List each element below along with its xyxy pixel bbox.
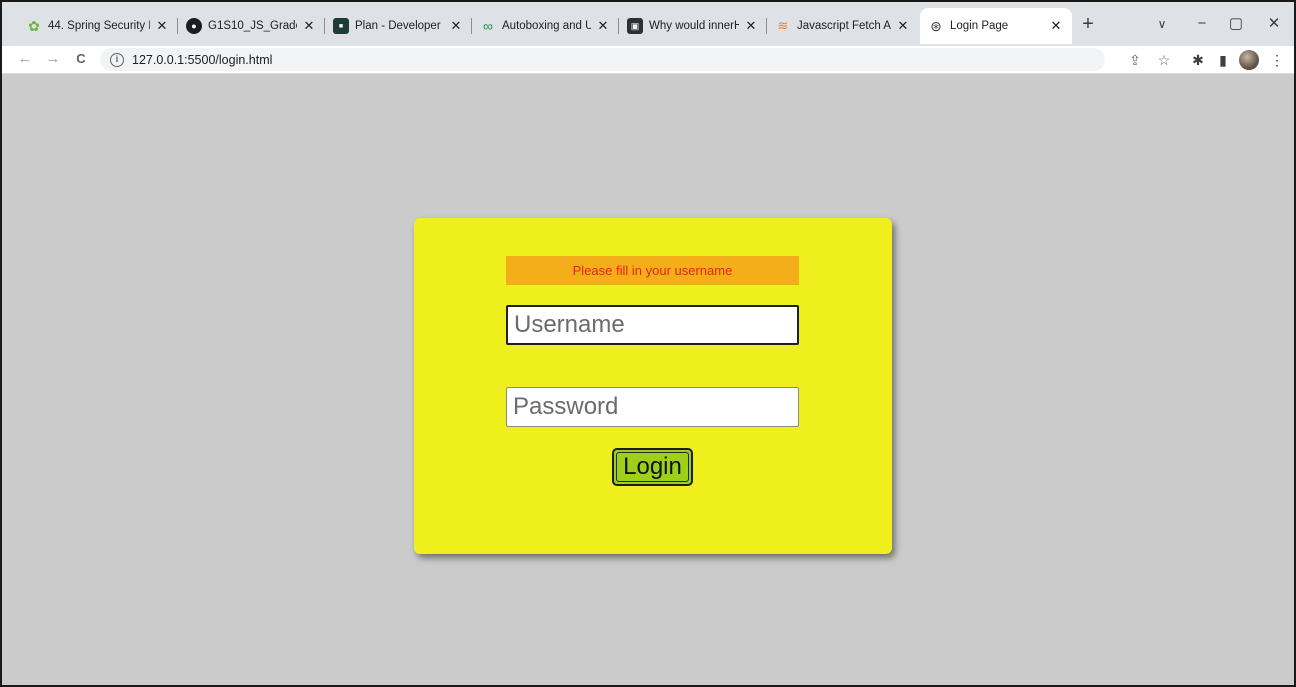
- globe-icon: ⊛: [930, 17, 942, 34]
- tab-close-icon[interactable]: ✕: [301, 18, 317, 34]
- tab-login-page[interactable]: ⊛ Login Page ✕: [920, 8, 1072, 44]
- tab-search-icon[interactable]: ∨: [1142, 10, 1182, 38]
- tab-innerhtml[interactable]: ▣ Why would innerHTM ✕: [619, 8, 767, 44]
- back-icon[interactable]: ←: [14, 48, 36, 70]
- validation-alert: Please fill in your username: [506, 256, 799, 285]
- tab-title: Autoboxing and Unbo: [502, 20, 591, 32]
- site-info-icon[interactable]: i: [110, 52, 124, 67]
- tab-close-icon[interactable]: ✕: [895, 18, 911, 34]
- side-panel-icon[interactable]: ▮: [1212, 49, 1234, 71]
- url-text: 127.0.0.1:5500/login.html: [132, 52, 273, 67]
- tab-title: 44. Spring Security FA: [48, 20, 150, 32]
- menu-icon[interactable]: ⋮: [1266, 49, 1288, 71]
- share-icon[interactable]: ⇪: [1124, 49, 1146, 71]
- reload-icon[interactable]: C: [70, 48, 92, 70]
- browser-toolbar: ← → C i 127.0.0.1:5500/login.html ⇪ ☆ ✱ …: [2, 46, 1294, 74]
- tab-title: Login Page: [950, 20, 1009, 32]
- username-input[interactable]: [506, 305, 799, 345]
- github-icon: ●: [186, 18, 202, 34]
- tab-spring-security[interactable]: ✿ 44. Spring Security FA ✕: [18, 8, 178, 44]
- tab-title: G1S10_JS_GradedProj: [208, 20, 297, 32]
- stackoverflow-icon: ▣: [627, 18, 643, 34]
- forward-icon[interactable]: →: [42, 48, 64, 70]
- tab-close-icon[interactable]: ✕: [743, 18, 759, 34]
- tab-title: Plan - Developer Skill: [355, 20, 444, 32]
- tab-fetch-api[interactable]: ≋ Javascript Fetch API ✕: [767, 8, 919, 44]
- new-tab-icon[interactable]: +: [1076, 13, 1100, 37]
- tab-github-project[interactable]: ● G1S10_JS_GradedProj ✕: [178, 8, 325, 44]
- plan-icon: ■: [333, 18, 349, 34]
- extensions-icon[interactable]: ✱: [1187, 49, 1209, 71]
- profile-avatar[interactable]: [1239, 50, 1259, 70]
- javascript-icon: ≋: [777, 18, 789, 33]
- tab-plan-developer[interactable]: ■ Plan - Developer Skill ✕: [325, 8, 472, 44]
- password-input[interactable]: [506, 387, 799, 427]
- bookmark-star-icon[interactable]: ☆: [1153, 49, 1175, 71]
- gfg-icon: ∞: [483, 18, 493, 34]
- tab-close-icon[interactable]: ✕: [448, 18, 464, 34]
- tab-title: Why would innerHTM: [649, 20, 739, 32]
- tab-close-icon[interactable]: ✕: [154, 18, 170, 34]
- login-card: Please fill in your username Login: [414, 218, 892, 554]
- tab-close-icon[interactable]: ✕: [595, 18, 611, 34]
- spring-icon: ✿: [28, 17, 40, 34]
- tab-autoboxing[interactable]: ∞ Autoboxing and Unbo ✕: [472, 8, 619, 44]
- browser-window: ✿ 44. Spring Security FA ✕ ● G1S10_JS_Gr…: [0, 0, 1296, 687]
- tab-strip: ✿ 44. Spring Security FA ✕ ● G1S10_JS_Gr…: [2, 2, 1294, 46]
- tab-close-icon[interactable]: ✕: [1048, 18, 1064, 34]
- login-button[interactable]: Login: [612, 448, 693, 486]
- restore-icon[interactable]: ▢: [1216, 10, 1256, 38]
- tab-title: Javascript Fetch API: [797, 20, 891, 32]
- address-bar[interactable]: i 127.0.0.1:5500/login.html: [100, 48, 1105, 71]
- close-window-icon[interactable]: ✕: [1254, 10, 1294, 38]
- page-viewport: Please fill in your username Login: [2, 74, 1294, 685]
